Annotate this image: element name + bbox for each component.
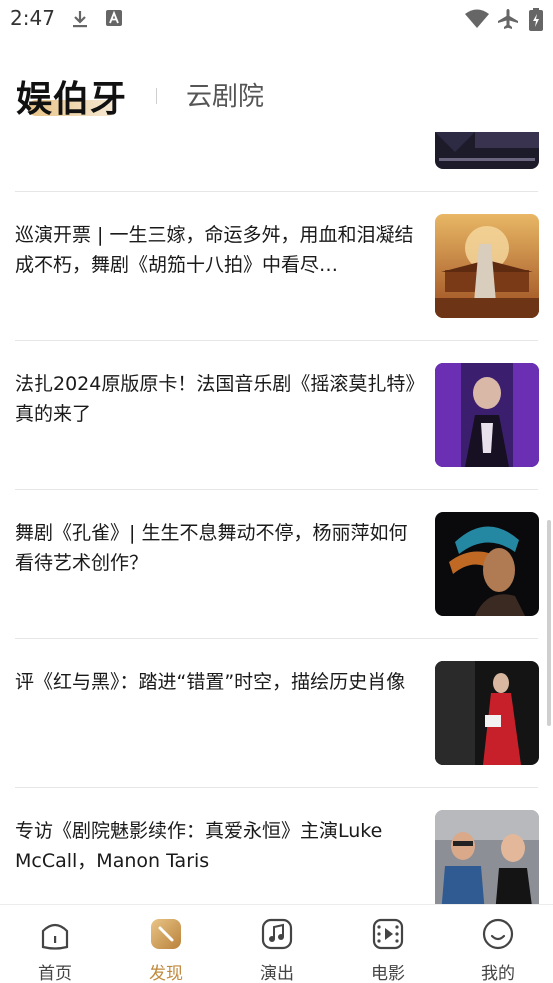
article-feed[interactable]: 巡演开票 | 一生三嫁，命运多舛，用血和泪凝结成不朽，舞剧《胡笳十八拍》中看尽…… (0, 132, 553, 904)
brand-tab[interactable]: 娱伯牙 (16, 70, 127, 122)
nav-label: 首页 (38, 964, 72, 983)
article-title[interactable]: 专访《剧院魅影续作：真爱永恒》主演Luke McCall，Manon Taris (15, 816, 425, 876)
wifi-icon (464, 8, 490, 30)
font-app-icon (104, 8, 126, 30)
list-item[interactable]: 法扎2024原版原卡！法国音乐剧《摇滚莫扎特》真的来了 (0, 341, 553, 489)
feed-scrollbar[interactable] (547, 520, 551, 726)
home-icon (38, 917, 72, 951)
article-thumbnail[interactable] (435, 214, 539, 318)
nav-label: 我的 (481, 964, 515, 983)
film-icon (371, 917, 405, 951)
music-note-icon (260, 917, 294, 951)
discover-icon (149, 917, 183, 951)
list-item[interactable]: 专访《剧院魅影续作：真爱永恒》主演Luke McCall，Manon Taris (0, 788, 553, 904)
smile-profile-icon (481, 917, 515, 951)
article-thumbnail[interactable] (435, 661, 539, 765)
article-thumbnail[interactable] (435, 363, 539, 467)
status-time: 2:47 (10, 6, 55, 30)
nav-item-discover[interactable]: 发现 (126, 915, 206, 983)
nav-item-home[interactable]: 首页 (15, 915, 95, 983)
article-title[interactable]: 舞剧《孔雀》| 生生不息舞动不停，杨丽萍如何看待艺术创作？ (15, 518, 425, 578)
list-item[interactable]: 巡演开票 | 一生三嫁，命运多舛，用血和泪凝结成不朽，舞剧《胡笳十八拍》中看尽… (0, 192, 553, 340)
list-item[interactable]: 评《红与黑》：踏进“错置”时空，描绘历史肖像 (0, 639, 553, 787)
nav-item-movies[interactable]: 电影 (348, 915, 428, 983)
partial-article-thumbnail[interactable] (435, 132, 539, 169)
tab-cloud-theater[interactable]: 云剧院 (186, 76, 264, 113)
header-divider (156, 88, 157, 104)
list-item[interactable]: 舞剧《孔雀》| 生生不息舞动不停，杨丽萍如何看待艺术创作？ (0, 490, 553, 638)
nav-item-profile[interactable]: 我的 (458, 915, 538, 983)
battery-charging-icon (528, 8, 544, 31)
airplane-mode-icon (496, 8, 520, 30)
nav-label: 演出 (260, 964, 294, 983)
download-icon (69, 8, 91, 30)
article-title[interactable]: 法扎2024原版原卡！法国音乐剧《摇滚莫扎特》真的来了 (15, 369, 425, 429)
status-bar: 2:47 (0, 0, 553, 40)
nav-label: 发现 (149, 964, 183, 983)
article-thumbnail[interactable] (435, 512, 539, 616)
article-title[interactable]: 评《红与黑》：踏进“错置”时空，描绘历史肖像 (15, 667, 425, 697)
nav-item-shows[interactable]: 演出 (237, 915, 317, 983)
nav-label: 电影 (371, 964, 405, 983)
header: 娱伯牙 云剧院 (0, 52, 553, 132)
bottom-nav: 首页 发现 演出 电影 我的 (0, 904, 553, 983)
article-title[interactable]: 巡演开票 | 一生三嫁，命运多舛，用血和泪凝结成不朽，舞剧《胡笳十八拍》中看尽… (15, 220, 425, 280)
article-thumbnail[interactable] (435, 810, 539, 904)
brand-title: 娱伯牙 (16, 79, 128, 120)
